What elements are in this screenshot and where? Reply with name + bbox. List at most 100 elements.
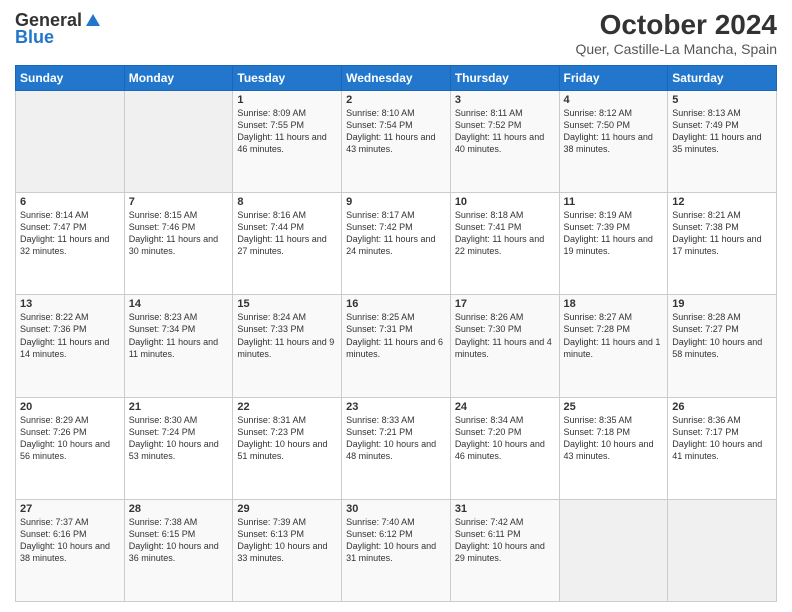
- day-number: 11: [564, 196, 664, 208]
- calendar-cell: 2Sunrise: 8:10 AMSunset: 7:54 PMDaylight…: [342, 90, 451, 192]
- cell-info: Sunrise: 8:26 AMSunset: 7:30 PMDaylight:…: [455, 311, 555, 360]
- calendar-cell: 13Sunrise: 8:22 AMSunset: 7:36 PMDayligh…: [16, 295, 125, 397]
- day-number: 14: [129, 298, 229, 310]
- calendar-cell: 8Sunrise: 8:16 AMSunset: 7:44 PMDaylight…: [233, 193, 342, 295]
- calendar-cell: 22Sunrise: 8:31 AMSunset: 7:23 PMDayligh…: [233, 397, 342, 499]
- calendar-cell: 17Sunrise: 8:26 AMSunset: 7:30 PMDayligh…: [450, 295, 559, 397]
- cell-info: Sunrise: 8:24 AMSunset: 7:33 PMDaylight:…: [237, 311, 337, 360]
- calendar-week-row: 1Sunrise: 8:09 AMSunset: 7:55 PMDaylight…: [16, 90, 777, 192]
- day-number: 6: [20, 196, 120, 208]
- day-number: 13: [20, 298, 120, 310]
- calendar-cell: 24Sunrise: 8:34 AMSunset: 7:20 PMDayligh…: [450, 397, 559, 499]
- day-number: 12: [672, 196, 772, 208]
- cell-info: Sunrise: 8:23 AMSunset: 7:34 PMDaylight:…: [129, 311, 229, 360]
- calendar-cell: 7Sunrise: 8:15 AMSunset: 7:46 PMDaylight…: [124, 193, 233, 295]
- calendar-week-row: 13Sunrise: 8:22 AMSunset: 7:36 PMDayligh…: [16, 295, 777, 397]
- cell-info: Sunrise: 8:33 AMSunset: 7:21 PMDaylight:…: [346, 414, 446, 463]
- day-number: 28: [129, 503, 229, 515]
- weekday-header-sunday: Sunday: [16, 65, 125, 90]
- cell-info: Sunrise: 7:38 AMSunset: 6:15 PMDaylight:…: [129, 516, 229, 565]
- cell-info: Sunrise: 8:16 AMSunset: 7:44 PMDaylight:…: [237, 209, 337, 258]
- page: General Blue October 2024 Quer, Castille…: [0, 0, 792, 612]
- logo-icon: [84, 12, 102, 30]
- calendar-cell: 6Sunrise: 8:14 AMSunset: 7:47 PMDaylight…: [16, 193, 125, 295]
- calendar-cell: 23Sunrise: 8:33 AMSunset: 7:21 PMDayligh…: [342, 397, 451, 499]
- calendar-cell: [16, 90, 125, 192]
- calendar-week-row: 20Sunrise: 8:29 AMSunset: 7:26 PMDayligh…: [16, 397, 777, 499]
- calendar-table: SundayMondayTuesdayWednesdayThursdayFrid…: [15, 65, 777, 602]
- calendar-cell: 16Sunrise: 8:25 AMSunset: 7:31 PMDayligh…: [342, 295, 451, 397]
- cell-info: Sunrise: 8:25 AMSunset: 7:31 PMDaylight:…: [346, 311, 446, 360]
- cell-info: Sunrise: 8:29 AMSunset: 7:26 PMDaylight:…: [20, 414, 120, 463]
- cell-info: Sunrise: 8:31 AMSunset: 7:23 PMDaylight:…: [237, 414, 337, 463]
- calendar-cell: 15Sunrise: 8:24 AMSunset: 7:33 PMDayligh…: [233, 295, 342, 397]
- weekday-header-thursday: Thursday: [450, 65, 559, 90]
- calendar-cell: 26Sunrise: 8:36 AMSunset: 7:17 PMDayligh…: [668, 397, 777, 499]
- day-number: 30: [346, 503, 446, 515]
- day-number: 26: [672, 401, 772, 413]
- cell-info: Sunrise: 8:17 AMSunset: 7:42 PMDaylight:…: [346, 209, 446, 258]
- cell-info: Sunrise: 8:34 AMSunset: 7:20 PMDaylight:…: [455, 414, 555, 463]
- calendar-week-row: 6Sunrise: 8:14 AMSunset: 7:47 PMDaylight…: [16, 193, 777, 295]
- day-number: 1: [237, 94, 337, 106]
- day-number: 7: [129, 196, 229, 208]
- day-number: 3: [455, 94, 555, 106]
- day-number: 24: [455, 401, 555, 413]
- weekday-header-wednesday: Wednesday: [342, 65, 451, 90]
- calendar-cell: 11Sunrise: 8:19 AMSunset: 7:39 PMDayligh…: [559, 193, 668, 295]
- calendar-cell: 27Sunrise: 7:37 AMSunset: 6:16 PMDayligh…: [16, 499, 125, 601]
- weekday-header-row: SundayMondayTuesdayWednesdayThursdayFrid…: [16, 65, 777, 90]
- day-number: 21: [129, 401, 229, 413]
- day-number: 22: [237, 401, 337, 413]
- day-number: 2: [346, 94, 446, 106]
- cell-info: Sunrise: 7:42 AMSunset: 6:11 PMDaylight:…: [455, 516, 555, 565]
- month-title: October 2024: [575, 10, 777, 41]
- calendar-cell: 14Sunrise: 8:23 AMSunset: 7:34 PMDayligh…: [124, 295, 233, 397]
- day-number: 9: [346, 196, 446, 208]
- cell-info: Sunrise: 8:36 AMSunset: 7:17 PMDaylight:…: [672, 414, 772, 463]
- calendar-cell: [124, 90, 233, 192]
- cell-info: Sunrise: 8:09 AMSunset: 7:55 PMDaylight:…: [237, 107, 337, 156]
- cell-info: Sunrise: 8:28 AMSunset: 7:27 PMDaylight:…: [672, 311, 772, 360]
- weekday-header-saturday: Saturday: [668, 65, 777, 90]
- cell-info: Sunrise: 8:12 AMSunset: 7:50 PMDaylight:…: [564, 107, 664, 156]
- calendar-cell: 12Sunrise: 8:21 AMSunset: 7:38 PMDayligh…: [668, 193, 777, 295]
- calendar-cell: 5Sunrise: 8:13 AMSunset: 7:49 PMDaylight…: [668, 90, 777, 192]
- cell-info: Sunrise: 8:11 AMSunset: 7:52 PMDaylight:…: [455, 107, 555, 156]
- calendar-cell: 31Sunrise: 7:42 AMSunset: 6:11 PMDayligh…: [450, 499, 559, 601]
- cell-info: Sunrise: 8:22 AMSunset: 7:36 PMDaylight:…: [20, 311, 120, 360]
- cell-info: Sunrise: 8:13 AMSunset: 7:49 PMDaylight:…: [672, 107, 772, 156]
- logo: General Blue: [15, 10, 102, 48]
- calendar-cell: 21Sunrise: 8:30 AMSunset: 7:24 PMDayligh…: [124, 397, 233, 499]
- calendar-cell: 1Sunrise: 8:09 AMSunset: 7:55 PMDaylight…: [233, 90, 342, 192]
- cell-info: Sunrise: 8:30 AMSunset: 7:24 PMDaylight:…: [129, 414, 229, 463]
- day-number: 15: [237, 298, 337, 310]
- cell-info: Sunrise: 8:14 AMSunset: 7:47 PMDaylight:…: [20, 209, 120, 258]
- cell-info: Sunrise: 8:15 AMSunset: 7:46 PMDaylight:…: [129, 209, 229, 258]
- cell-info: Sunrise: 8:35 AMSunset: 7:18 PMDaylight:…: [564, 414, 664, 463]
- day-number: 18: [564, 298, 664, 310]
- header: General Blue October 2024 Quer, Castille…: [15, 10, 777, 57]
- day-number: 8: [237, 196, 337, 208]
- location-subtitle: Quer, Castille-La Mancha, Spain: [575, 41, 777, 57]
- calendar-cell: 9Sunrise: 8:17 AMSunset: 7:42 PMDaylight…: [342, 193, 451, 295]
- calendar-cell: 28Sunrise: 7:38 AMSunset: 6:15 PMDayligh…: [124, 499, 233, 601]
- calendar-cell: 18Sunrise: 8:27 AMSunset: 7:28 PMDayligh…: [559, 295, 668, 397]
- cell-info: Sunrise: 8:21 AMSunset: 7:38 PMDaylight:…: [672, 209, 772, 258]
- day-number: 10: [455, 196, 555, 208]
- day-number: 5: [672, 94, 772, 106]
- calendar-cell: 4Sunrise: 8:12 AMSunset: 7:50 PMDaylight…: [559, 90, 668, 192]
- day-number: 16: [346, 298, 446, 310]
- day-number: 4: [564, 94, 664, 106]
- day-number: 25: [564, 401, 664, 413]
- day-number: 19: [672, 298, 772, 310]
- day-number: 23: [346, 401, 446, 413]
- title-section: October 2024 Quer, Castille-La Mancha, S…: [575, 10, 777, 57]
- day-number: 20: [20, 401, 120, 413]
- calendar-cell: [668, 499, 777, 601]
- calendar-cell: 3Sunrise: 8:11 AMSunset: 7:52 PMDaylight…: [450, 90, 559, 192]
- cell-info: Sunrise: 8:18 AMSunset: 7:41 PMDaylight:…: [455, 209, 555, 258]
- calendar-cell: 30Sunrise: 7:40 AMSunset: 6:12 PMDayligh…: [342, 499, 451, 601]
- cell-info: Sunrise: 7:40 AMSunset: 6:12 PMDaylight:…: [346, 516, 446, 565]
- day-number: 17: [455, 298, 555, 310]
